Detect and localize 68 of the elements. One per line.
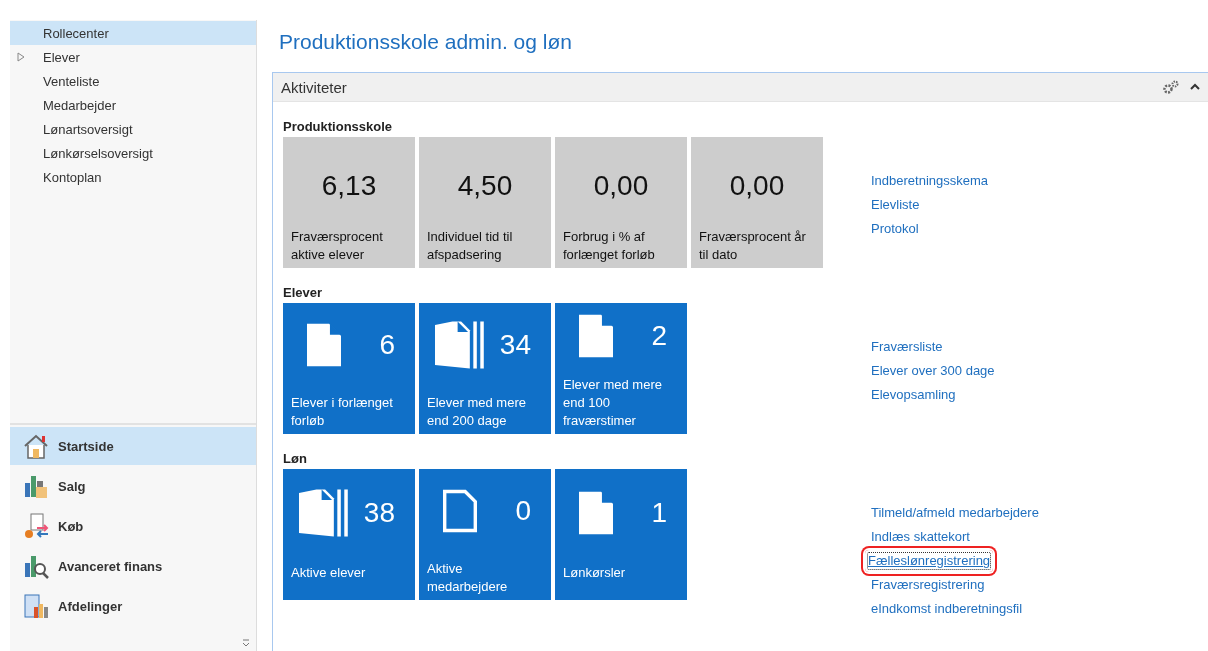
tile[interactable]: 38 Aktive elever (283, 469, 415, 600)
tile[interactable]: 2 Elever med mere end 100 fraværstimer (555, 303, 687, 434)
tile-value: 4,50 (456, 168, 514, 203)
tile-label: Forbrug i % af forlænget forløb (563, 228, 656, 264)
nav-item[interactable]: Lønartsoversigt (10, 117, 256, 141)
action-link[interactable]: Tilmeld/afmeld medarbejdere (868, 501, 1042, 525)
panel-title: Aktiviteter (281, 78, 348, 96)
spreadsheet-icon (22, 592, 50, 620)
collapse-icon[interactable] (1190, 83, 1200, 91)
action-link[interactable]: Fraværsliste (868, 335, 946, 359)
tile[interactable]: 0 Aktive medarbejdere (419, 469, 551, 600)
department-button[interactable]: Startside (10, 427, 256, 465)
document-icon (307, 322, 341, 367)
tile[interactable]: 34 Elever med mere end 200 dage (419, 303, 551, 434)
department-button[interactable]: Avanceret finans (10, 547, 256, 585)
nav-item[interactable]: Elever (10, 45, 256, 69)
tile-count: 0 (515, 494, 531, 527)
tile-label: Individuel tid til afspadsering (427, 228, 514, 264)
action-link[interactable]: Elevliste (868, 193, 923, 217)
nav-item[interactable]: Rollecenter (10, 21, 256, 45)
action-link[interactable]: Elevopsamling (868, 383, 959, 407)
nav-item[interactable]: Lønkørselsoversigt (10, 141, 256, 165)
tile[interactable]: 0,00 Fraværsprocent år til dato (691, 137, 823, 268)
tile[interactable]: 4,50 Individuel tid til afspadsering (419, 137, 551, 268)
document-icon (579, 490, 613, 535)
tile[interactable]: 1 Lønkørsler (555, 469, 687, 600)
house-icon (22, 432, 50, 460)
documents-arrows-icon (22, 512, 50, 540)
tile-label: Elever med mere end 200 dage (427, 394, 527, 430)
tile-label: Aktive elever (291, 564, 367, 582)
tile[interactable]: 6,13 Fraværsprocent aktive elever (283, 137, 415, 268)
action-link[interactable]: Indberetningsskema (868, 169, 992, 193)
settings-icon[interactable] (1162, 79, 1180, 95)
department-button[interactable]: Afdelinger (10, 587, 256, 625)
tile-label: Elever i forlænget forløb (291, 394, 394, 430)
tile[interactable]: 0,00 Forbrug i % af forlænget forløb (555, 137, 687, 268)
tile-label: Fraværsprocent år til dato (699, 228, 807, 264)
action-link[interactable]: Protokol (868, 217, 922, 241)
tile-label: Elever med mere end 100 fraværstimer (563, 376, 663, 430)
tile[interactable]: 6 Elever i forlænget forløb (283, 303, 415, 434)
nav-item[interactable]: Kontoplan (10, 165, 256, 189)
tile-count: 34 (499, 328, 531, 361)
expand-icon[interactable] (17, 52, 25, 62)
overflow-chevron-icon[interactable] (242, 639, 250, 647)
nav-item[interactable]: Medarbejder (10, 93, 256, 117)
section-heading: Elever (283, 285, 324, 300)
action-link[interactable]: Fraværsregistrering (868, 573, 988, 597)
tile-count: 2 (651, 319, 667, 352)
section-heading: Produktionsskole (283, 119, 394, 134)
action-link[interactable]: Indlæs skattekort (868, 525, 973, 549)
tile-value: 0,00 (728, 168, 786, 203)
action-link[interactable]: eIndkomst indberetningsfil (868, 597, 1026, 621)
nav-item[interactable]: Venteliste (10, 69, 256, 93)
tile-label: Fraværsprocent aktive elever (291, 228, 384, 264)
tile-count: 6 (379, 328, 395, 361)
document-outline-icon (443, 488, 477, 533)
tile-value: 0,00 (592, 168, 650, 203)
tile-label: Lønkørsler (563, 564, 627, 582)
section-heading: Løn (283, 451, 308, 466)
tile-label: Aktive medarbejdere (427, 560, 509, 596)
action-link[interactable]: Elever over 300 dage (868, 359, 998, 383)
tile-count: 1 (651, 496, 667, 529)
tile-count: 38 (363, 496, 395, 529)
page-title: Produktionsskole admin. og løn (279, 30, 573, 54)
department-button[interactable]: Salg (10, 467, 256, 505)
department-button[interactable]: Køb (10, 507, 256, 545)
document-icon (579, 313, 613, 358)
tile-value: 6,13 (320, 168, 378, 203)
